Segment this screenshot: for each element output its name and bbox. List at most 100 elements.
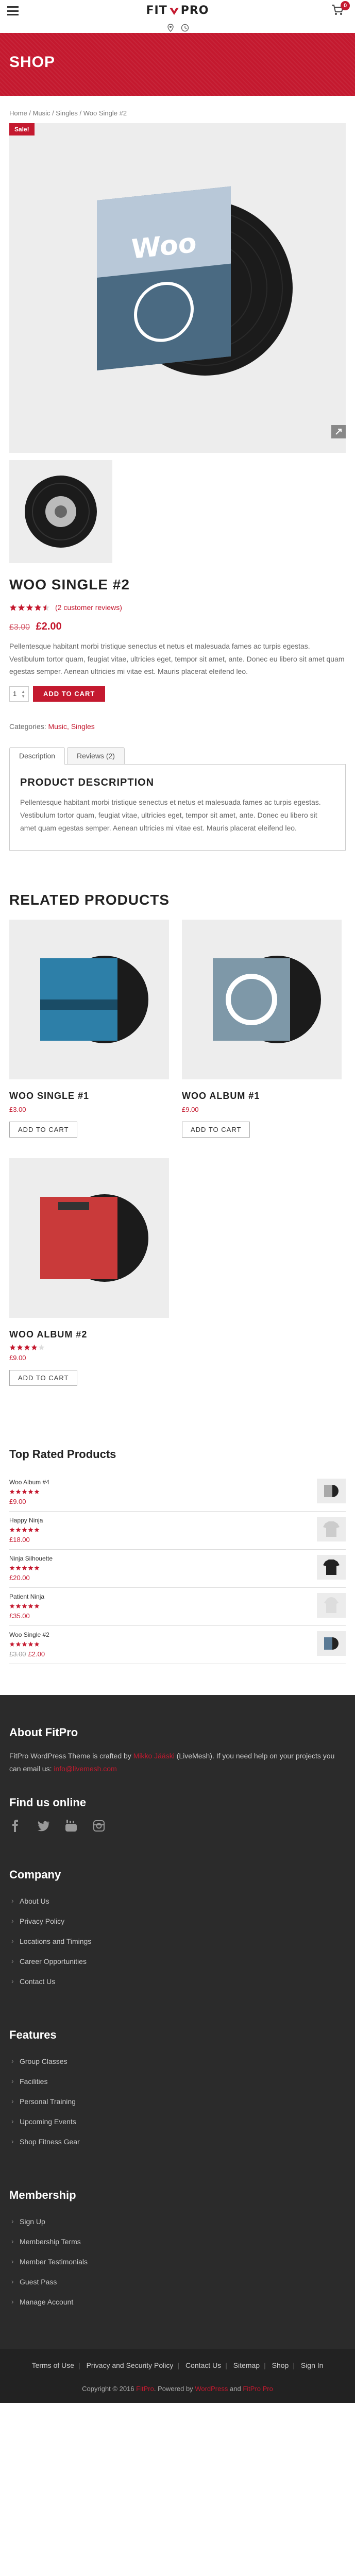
breadcrumb: Home / Music / Singles / Woo Single #2 xyxy=(9,109,127,117)
top-rated-item[interactable]: Happy Ninja £18.00 xyxy=(9,1512,346,1550)
site-header: FIT PRO 0 xyxy=(0,0,355,33)
star-icon xyxy=(15,1489,21,1494)
product-thumbnail[interactable] xyxy=(9,460,112,563)
add-to-cart-button[interactable]: ADD TO CART xyxy=(9,1122,78,1138)
hamburger-menu-icon[interactable] xyxy=(7,6,19,15)
product-thumbnail[interactable] xyxy=(317,1517,346,1542)
add-to-cart-button[interactable]: ADD TO CART xyxy=(33,686,106,702)
record-image xyxy=(40,956,148,1044)
footer-link[interactable]: Sign Up xyxy=(9,2212,346,2232)
top-rated-item[interactable]: Ninja Silhouette £20.00 xyxy=(9,1550,346,1588)
footer-link[interactable]: Member Testimonials xyxy=(9,2252,346,2273)
product-short-description: Pellentesque habitant morbi tristique se… xyxy=(9,642,345,675)
footer-link[interactable]: Personal Training xyxy=(9,2092,346,2112)
author-link[interactable]: Mikko Jääski xyxy=(133,1752,175,1760)
footer-link[interactable]: Manage Account xyxy=(9,2293,346,2313)
rating-stars xyxy=(9,1603,40,1609)
about-title: About FitPro xyxy=(9,1726,78,1739)
product-rating-stars xyxy=(9,604,50,612)
star-icon xyxy=(9,604,17,611)
rating-stars xyxy=(9,1489,40,1495)
location-pin-icon[interactable] xyxy=(166,24,175,32)
footer-link[interactable]: Locations and Timings xyxy=(9,1932,346,1952)
youtube-icon[interactable] xyxy=(65,1820,77,1832)
star-icon xyxy=(22,1527,27,1532)
star-icon xyxy=(28,1603,33,1608)
top-rated-item[interactable]: Patient Ninja £35.00 xyxy=(9,1588,346,1626)
footer-link[interactable]: About Us xyxy=(9,1892,346,1912)
page-banner: SHOP xyxy=(0,33,355,96)
star-icon xyxy=(28,1527,33,1532)
facebook-icon[interactable] xyxy=(9,1820,22,1833)
twitter-icon[interactable] xyxy=(37,1820,49,1832)
footer-link[interactable]: Contact Us xyxy=(9,1972,346,1992)
product-categories: Categories: Music, Singles xyxy=(9,722,95,731)
quantity-stepper[interactable]: 1 ▲ ▼ xyxy=(9,686,29,702)
product-title: WOO SINGLE #2 xyxy=(9,577,130,592)
star-icon xyxy=(34,1489,40,1494)
star-icon xyxy=(9,1527,15,1532)
logo-mark-icon xyxy=(169,7,179,15)
product-name[interactable]: WOO ALBUM #1 xyxy=(182,1091,342,1101)
star-icon xyxy=(9,1489,15,1494)
old-price: £3.00 xyxy=(9,623,30,632)
zoom-icon[interactable] xyxy=(331,425,346,438)
product-rating-stars xyxy=(9,1344,45,1351)
tab-reviews[interactable]: Reviews (2) xyxy=(67,747,125,764)
company-links: About Us Privacy Policy Locations and Ti… xyxy=(9,1892,346,1992)
bottom-link[interactable]: Sitemap xyxy=(233,2361,260,2369)
product-name[interactable]: WOO ALBUM #2 xyxy=(9,1329,169,1340)
bottom-link[interactable]: Contact Us xyxy=(185,2361,221,2369)
product-image[interactable] xyxy=(9,1158,169,1318)
product-thumbnail[interactable] xyxy=(317,1479,346,1504)
footer-link[interactable]: Group Classes xyxy=(9,2052,346,2072)
footer-link[interactable]: Guest Pass xyxy=(9,2273,346,2293)
top-rated-title: Top Rated Products xyxy=(9,1448,116,1461)
product-price: £9.00 xyxy=(9,1354,26,1362)
product-thumbnail[interactable] xyxy=(317,1631,346,1656)
membership-title: Membership xyxy=(9,2189,76,2202)
footer-bottom-bar: Terms of Use | Privacy and Security Polic… xyxy=(0,2349,355,2403)
site-logo[interactable]: FIT PRO xyxy=(146,4,209,17)
footer-link[interactable]: Facilities xyxy=(9,2072,346,2092)
top-rated-item[interactable]: Woo Album #4 £9.00 xyxy=(9,1473,346,1512)
top-rated-item[interactable]: Woo Single #2 £3.00 £2.00 xyxy=(9,1626,346,1665)
product-name[interactable]: WOO SINGLE #1 xyxy=(9,1091,169,1101)
product-image[interactable] xyxy=(182,920,342,1080)
star-icon xyxy=(34,1527,40,1532)
product-main-image[interactable]: Sale! Woo xyxy=(9,123,346,453)
clock-icon[interactable] xyxy=(181,24,189,32)
social-links xyxy=(9,1820,346,1833)
footer-link[interactable]: Membership Terms xyxy=(9,2232,346,2252)
product-thumbnail[interactable] xyxy=(317,1593,346,1618)
customer-reviews-link[interactable]: (2 customer reviews) xyxy=(55,603,122,612)
record-image xyxy=(213,956,321,1044)
instagram-icon[interactable] xyxy=(93,1820,105,1832)
star-icon xyxy=(22,1489,27,1494)
add-to-cart-button[interactable]: ADD TO CART xyxy=(182,1122,250,1138)
bottom-link[interactable]: Terms of Use xyxy=(32,2361,74,2369)
footer-link[interactable]: Shop Fitness Gear xyxy=(9,2132,346,2153)
footer-link[interactable]: Upcoming Events xyxy=(9,2112,346,2132)
bottom-link[interactable]: Sign In xyxy=(301,2361,324,2369)
bottom-link[interactable]: Shop xyxy=(272,2361,289,2369)
related-products-grid: WOO SINGLE #1 £3.00 ADD TO CART WOO ALBU… xyxy=(9,920,346,1386)
about-text: FitPro WordPress Theme is crafted by Mik… xyxy=(9,1752,335,1773)
product-thumbnail[interactable] xyxy=(317,1555,346,1580)
footer-link[interactable]: Privacy Policy xyxy=(9,1912,346,1932)
record-image xyxy=(324,1485,339,1498)
product-tabs: Description Reviews (2) xyxy=(9,747,346,765)
email-link[interactable]: info@livemesh.com xyxy=(54,1765,116,1773)
star-icon xyxy=(22,1565,27,1570)
copyright: Copyright © 2016 FitPro. Powered by Word… xyxy=(82,2385,273,2393)
star-icon xyxy=(34,1603,40,1608)
product-image[interactable] xyxy=(9,920,169,1080)
star-icon xyxy=(16,1344,23,1350)
tab-description[interactable]: Description xyxy=(9,747,65,765)
stepper-arrows-icon[interactable]: ▲ ▼ xyxy=(21,689,25,699)
footer-link[interactable]: Career Opportunities xyxy=(9,1952,346,1972)
bottom-link[interactable]: Privacy and Security Policy xyxy=(87,2361,174,2369)
tshirt-image xyxy=(323,1560,340,1575)
add-to-cart-button[interactable]: ADD TO CART xyxy=(9,1370,78,1386)
category-links[interactable]: Music, Singles xyxy=(48,722,94,731)
